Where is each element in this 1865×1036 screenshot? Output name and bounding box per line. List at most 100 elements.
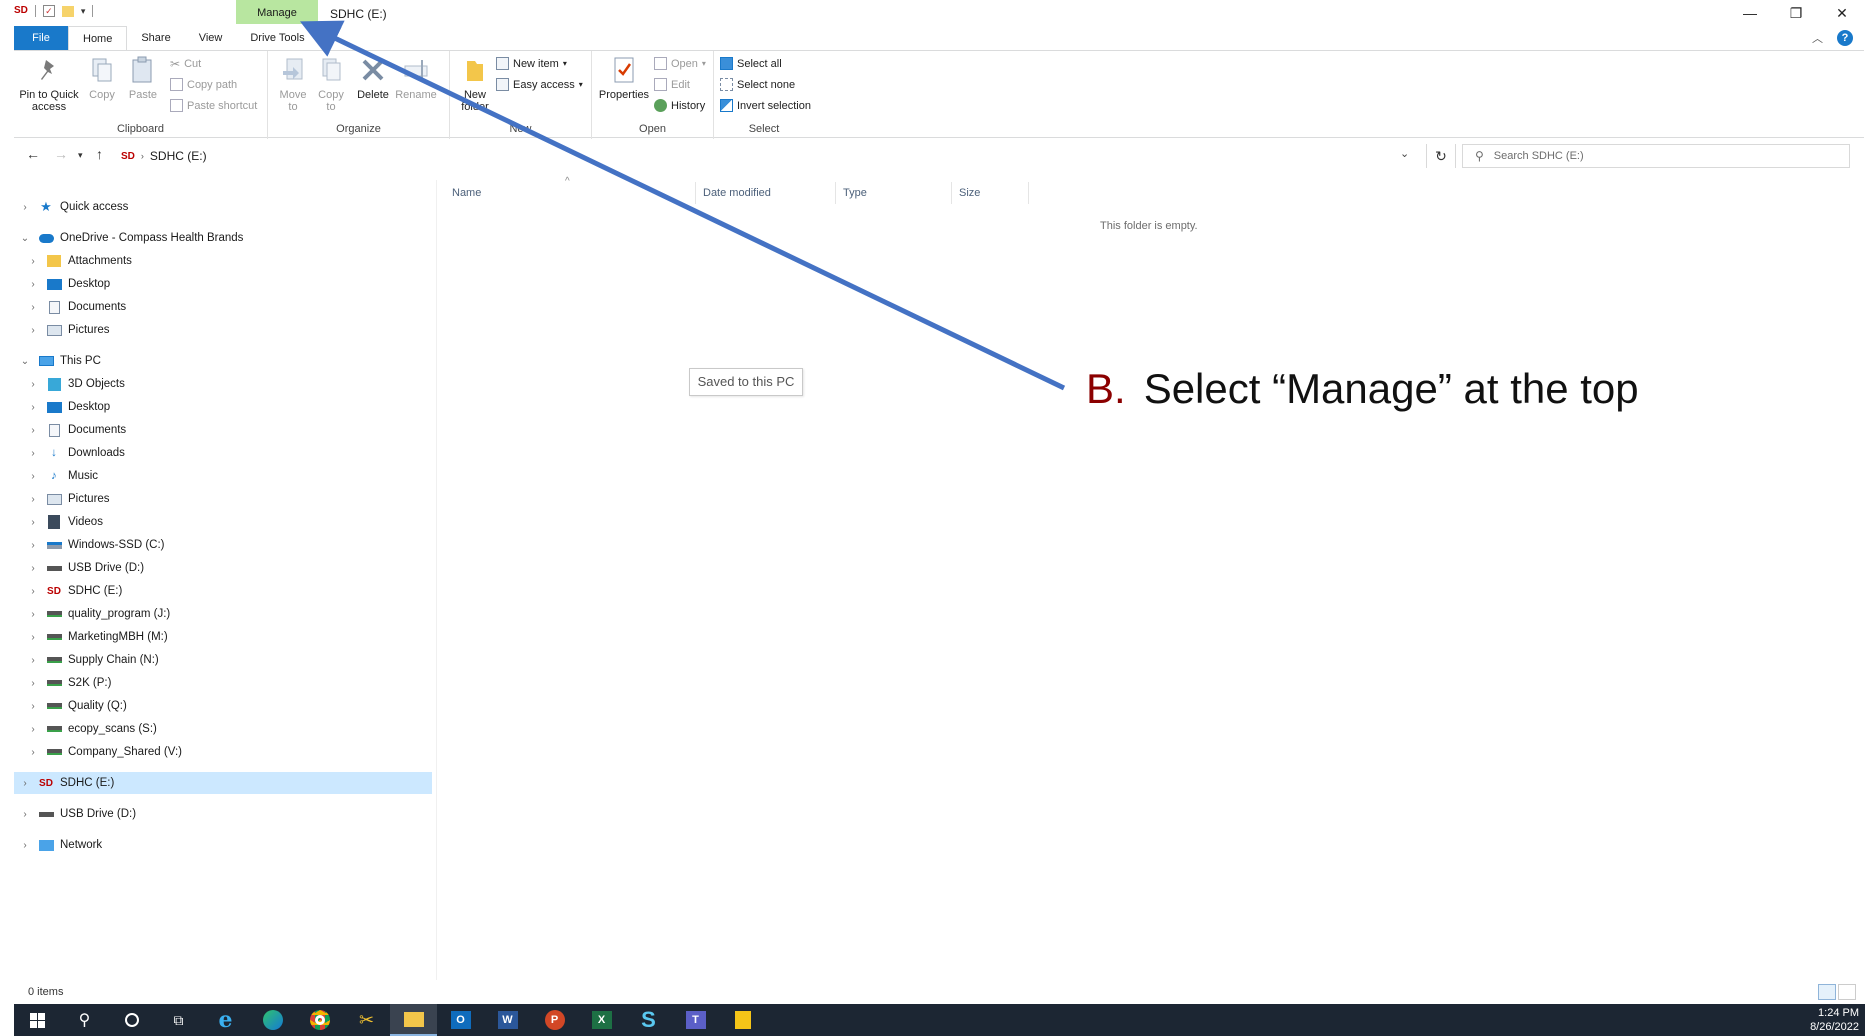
chrome-button[interactable]: [296, 1004, 343, 1036]
customize-qa-icon[interactable]: ▾: [81, 6, 86, 17]
tab-file[interactable]: File: [14, 26, 68, 50]
column-header-type[interactable]: Type: [837, 182, 952, 204]
cortana-button[interactable]: [108, 1004, 155, 1036]
nav-supply-chain[interactable]: › Supply Chain (N:): [14, 649, 432, 671]
new-folder-icon[interactable]: [61, 5, 74, 17]
expand-chevron-icon[interactable]: ›: [26, 747, 40, 758]
expand-chevron-icon[interactable]: ›: [26, 379, 40, 390]
nav-quick-access[interactable]: › ★ Quick access: [14, 196, 432, 218]
expand-chevron-icon[interactable]: ›: [26, 655, 40, 666]
close-button[interactable]: ✕: [1819, 0, 1865, 26]
forward-arrow-icon[interactable]: →: [54, 146, 68, 162]
nav-quality-program[interactable]: › quality_program (J:): [14, 603, 432, 625]
paste-shortcut-button[interactable]: Paste shortcut: [170, 99, 257, 112]
collapse-chevron-icon[interactable]: ⌄: [18, 356, 32, 367]
search-button[interactable]: ⚲: [61, 1004, 108, 1036]
edge-button[interactable]: [249, 1004, 296, 1036]
file-explorer-button[interactable]: [390, 1004, 437, 1036]
expand-chevron-icon[interactable]: ›: [18, 778, 32, 789]
expand-chevron-icon[interactable]: ›: [18, 202, 32, 213]
snip-tool-button[interactable]: ✂: [343, 1004, 390, 1036]
refresh-button[interactable]: ↻: [1426, 144, 1456, 168]
sharepoint-s-button[interactable]: S: [625, 1004, 672, 1036]
edit-button[interactable]: Edit: [654, 78, 690, 91]
nav-sdhc[interactable]: › SD SDHC (E:): [14, 580, 432, 602]
new-item-button[interactable]: New item ▾: [496, 57, 567, 70]
expand-chevron-icon[interactable]: ›: [26, 325, 40, 336]
expand-chevron-icon[interactable]: ›: [26, 256, 40, 267]
properties-button[interactable]: Properties: [596, 55, 652, 101]
nav-videos[interactable]: › Videos: [14, 511, 432, 533]
expand-chevron-icon[interactable]: ›: [26, 678, 40, 689]
address-bar[interactable]: SD › SDHC (E:): [116, 144, 1428, 168]
nav-company-shared[interactable]: › Company_Shared (V:): [14, 741, 432, 763]
expand-chevron-icon[interactable]: ›: [26, 471, 40, 482]
column-header-size[interactable]: Size: [953, 182, 1029, 204]
nav-s2k[interactable]: › S2K (P:): [14, 672, 432, 694]
restore-button[interactable]: ❐: [1773, 0, 1819, 26]
expand-chevron-icon[interactable]: ›: [26, 609, 40, 620]
outlook-button[interactable]: O: [437, 1004, 484, 1036]
column-header-date-modified[interactable]: Date modified: [697, 182, 836, 204]
properties-check-icon[interactable]: ✓: [42, 5, 55, 17]
nav-this-pc[interactable]: ⌄ This PC: [14, 350, 432, 372]
expand-chevron-icon[interactable]: ›: [26, 586, 40, 597]
easy-access-button[interactable]: Easy access ▾: [496, 78, 583, 91]
nav-od-pictures[interactable]: › Pictures: [14, 319, 432, 341]
nav-downloads[interactable]: › ↓ Downloads: [14, 442, 432, 464]
start-button[interactable]: [14, 1004, 61, 1036]
expand-chevron-icon[interactable]: ›: [26, 448, 40, 459]
expand-chevron-icon[interactable]: ›: [26, 279, 40, 290]
select-none-button[interactable]: Select none: [720, 78, 795, 91]
expand-chevron-icon[interactable]: ›: [26, 724, 40, 735]
expand-chevron-icon[interactable]: ›: [26, 402, 40, 413]
expand-chevron-icon[interactable]: ›: [26, 494, 40, 505]
expand-chevron-icon[interactable]: ›: [26, 517, 40, 528]
nav-pictures[interactable]: › Pictures: [14, 488, 432, 510]
nav-usb-root[interactable]: › USB Drive (D:): [14, 803, 432, 825]
expand-chevron-icon[interactable]: ›: [18, 809, 32, 820]
help-icon[interactable]: ?: [1837, 30, 1853, 46]
collapse-chevron-icon[interactable]: ⌄: [18, 233, 32, 244]
nav-sdhc-root[interactable]: › SD SDHC (E:): [14, 772, 432, 794]
tab-manage[interactable]: Manage: [236, 0, 318, 24]
invert-selection-button[interactable]: Invert selection: [720, 99, 811, 112]
new-folder-button[interactable]: New folder: [456, 55, 494, 113]
pane-divider[interactable]: [436, 180, 437, 980]
nav-network[interactable]: › Network: [14, 834, 432, 856]
history-button[interactable]: History: [654, 99, 705, 112]
expand-chevron-icon[interactable]: ›: [26, 632, 40, 643]
large-icons-view-button[interactable]: [1838, 984, 1856, 1000]
nav-onedrive[interactable]: ⌄ OneDrive - Compass Health Brands: [14, 227, 432, 249]
up-arrow-icon[interactable]: ↑: [96, 146, 103, 162]
address-dropdown-icon[interactable]: ⌄: [1400, 147, 1409, 160]
nav-documents[interactable]: › Documents: [14, 419, 432, 441]
nav-marketing[interactable]: › MarketingMBH (M:): [14, 626, 432, 648]
paste-button[interactable]: Paste: [126, 55, 160, 101]
internet-explorer-button[interactable]: e: [202, 1004, 249, 1036]
copy-button[interactable]: Copy: [86, 55, 118, 101]
back-arrow-icon[interactable]: ←: [26, 146, 40, 162]
tab-share[interactable]: Share: [127, 26, 184, 50]
excel-button[interactable]: X: [578, 1004, 625, 1036]
expand-chevron-icon[interactable]: ›: [26, 425, 40, 436]
nav-quality[interactable]: › Quality (Q:): [14, 695, 432, 717]
nav-usb-drive[interactable]: › USB Drive (D:): [14, 557, 432, 579]
recent-locations-icon[interactable]: ▾: [78, 150, 83, 161]
nav-od-documents[interactable]: › Documents: [14, 296, 432, 318]
column-header-name[interactable]: Name: [446, 182, 696, 204]
nav-ecopy-scans[interactable]: › ecopy_scans (S:): [14, 718, 432, 740]
nav-desktop[interactable]: › Desktop: [14, 396, 432, 418]
nav-3d-objects[interactable]: › 3D Objects: [14, 373, 432, 395]
expand-chevron-icon[interactable]: ›: [26, 302, 40, 313]
delete-button[interactable]: Delete: [354, 55, 392, 101]
teams-button[interactable]: T: [672, 1004, 719, 1036]
tab-view[interactable]: View: [185, 26, 237, 50]
system-clock[interactable]: 1:24 PM 8/26/2022: [1810, 1006, 1859, 1034]
tab-home[interactable]: Home: [68, 26, 128, 50]
task-view-button[interactable]: ⧉: [155, 1004, 202, 1036]
powerpoint-button[interactable]: P: [531, 1004, 578, 1036]
nav-od-desktop[interactable]: › Desktop: [14, 273, 432, 295]
collapse-ribbon-icon[interactable]: ︿: [1812, 30, 1823, 46]
expand-chevron-icon[interactable]: ›: [26, 563, 40, 574]
